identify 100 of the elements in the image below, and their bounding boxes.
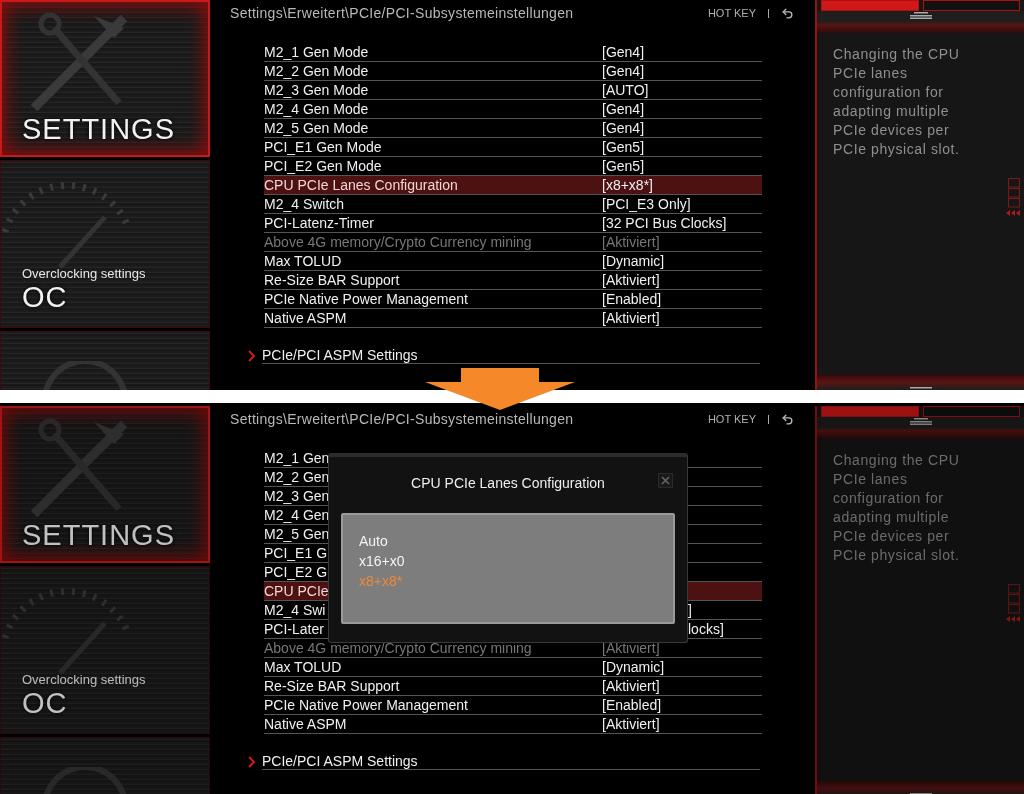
setting-label: PCI_E2 Gen Mode xyxy=(264,158,382,174)
hotkey-label[interactable]: HOT KEY xyxy=(707,413,756,425)
setting-label: PCI_E1 Gen Mode xyxy=(264,139,382,155)
hotkey-label[interactable]: HOT KEY xyxy=(707,7,756,19)
setting-label: PCI_E2 G xyxy=(264,564,328,580)
setting-label: Native ASPM xyxy=(264,310,347,326)
setting-row[interactable]: PCIe Native Power Management [Enabled] xyxy=(264,290,762,309)
chevron-icon xyxy=(248,755,256,768)
setting-row[interactable]: PCI-Latenz-Timer [32 PCI Bus Clocks] xyxy=(264,214,762,233)
setting-value: [Aktiviert] xyxy=(602,678,660,694)
setting-row[interactable]: Native ASPM [Aktiviert] xyxy=(264,309,762,328)
setting-value: [Aktiviert] xyxy=(602,272,660,288)
menu-tile[interactable]: Overclocking settings OC xyxy=(0,566,210,734)
setting-label: M2_4 Switch xyxy=(264,196,345,212)
menu-tile[interactable] xyxy=(0,331,210,390)
setting-label: CPU PCIe Lanes Configuration xyxy=(264,177,458,193)
setting-label: PCI_E1 G xyxy=(264,545,328,561)
tile-subtitle: Overclocking settings xyxy=(22,672,147,687)
setting-row[interactable]: M2_3 Gen Mode [AUTO] xyxy=(264,81,762,100)
setting-label: M2_2 Gen xyxy=(264,469,330,485)
setting-row[interactable]: M2_1 Gen Mode [Gen4] xyxy=(264,43,762,62)
option-item[interactable]: Auto xyxy=(359,533,657,551)
setting-row[interactable]: Max TOLUD [Dynamic] xyxy=(264,252,762,271)
triple-arrow-icon xyxy=(1006,616,1020,622)
squares-icon xyxy=(1008,178,1020,208)
tile-title: OC xyxy=(22,687,69,720)
setting-row[interactable]: Re-Size BAR Support [Aktiviert] xyxy=(264,271,762,290)
dialog-title: CPU PCIe Lanes Configuration xyxy=(411,475,605,491)
setting-row[interactable]: Max TOLUD [Dynamic] xyxy=(264,658,762,677)
setting-label: M2_4 Gen xyxy=(264,507,330,523)
setting-value: [Gen4] xyxy=(602,44,645,60)
setting-value: [Gen4] xyxy=(602,120,645,136)
setting-value: [PCI_E3 Only] xyxy=(602,196,691,212)
setting-row[interactable]: M2_4 Gen Mode [Gen4] xyxy=(264,100,762,119)
setting-value: [Dynamic] xyxy=(602,659,665,675)
down-arrow-icon xyxy=(425,368,575,410)
menu-tile[interactable] xyxy=(0,737,210,794)
setting-value: [Aktiviert] xyxy=(602,716,660,732)
setting-value: [Enabled] xyxy=(602,697,662,713)
option-item[interactable]: x16+x0 xyxy=(359,553,657,571)
gauge-icon xyxy=(40,361,130,390)
setting-label: Max TOLUD xyxy=(264,659,342,675)
setting-label: M2_1 Gen Mode xyxy=(264,44,369,60)
help-text: Changing the CPU PCIe lanes configuration for adapting multiple PCIe devices per PCIe physical slot. xyxy=(832,45,961,159)
setting-value: ] xyxy=(688,602,692,618)
setting-label: M2_3 Gen xyxy=(264,488,330,504)
menu-tile[interactable]: SETTINGS xyxy=(0,0,210,157)
setting-label: PCIe Native Power Management xyxy=(264,697,468,713)
squares-icon xyxy=(1008,584,1020,614)
setting-value: [32 PCI Bus Clocks] xyxy=(602,215,727,231)
menu-tile[interactable]: SETTINGS xyxy=(0,406,210,563)
setting-label: Above 4G memory/Crypto Currency mining xyxy=(264,640,532,656)
menu-tile[interactable]: Overclocking settings OC xyxy=(0,160,210,328)
setting-row[interactable]: Re-Size BAR Support [Aktiviert] xyxy=(264,677,762,696)
setting-row[interactable]: CPU PCIe Lanes Configuration [x8+x8*] xyxy=(264,176,762,195)
grip-icon[interactable] xyxy=(909,11,932,19)
setting-row[interactable]: M2_2 Gen Mode [Gen4] xyxy=(264,62,762,81)
breadcrumb: Settings\Erweitert\PCIe/PCI-Subsystemeinstellungen xyxy=(230,5,575,21)
help-tab[interactable] xyxy=(922,406,1020,417)
setting-value: [Aktiviert] xyxy=(602,310,660,326)
setting-value: [x8+x8*] xyxy=(602,177,653,193)
setting-value: [Dynamic] xyxy=(602,253,665,269)
chevron-icon xyxy=(248,349,256,362)
setting-label: PCI-Later xyxy=(264,621,324,637)
triple-arrow-icon xyxy=(1006,210,1020,216)
setting-row[interactable]: Native ASPM [Aktiviert] xyxy=(264,715,762,734)
setting-label: PCI-Latenz-Timer xyxy=(264,215,374,231)
setting-label: M2_5 Gen Mode xyxy=(264,120,369,136)
setting-value: [Aktiviert] xyxy=(602,640,660,656)
setting-value: [Gen5] xyxy=(602,139,645,155)
close-button[interactable] xyxy=(658,473,673,488)
setting-value: [Aktiviert] xyxy=(602,234,660,250)
help-text: Changing the CPU PCIe lanes configuration for adapting multiple PCIe devices per PCIe physical slot. xyxy=(832,451,961,565)
setting-row[interactable]: PCIe Native Power Management [Enabled] xyxy=(264,696,762,715)
setting-value: [AUTO] xyxy=(602,82,649,98)
submenu-link[interactable]: PCIe/PCI ASPM Settings xyxy=(262,347,760,364)
setting-label: M2_1 Gen xyxy=(264,450,330,466)
setting-label: PCIe Native Power Management xyxy=(264,291,468,307)
setting-label: M2_3 Gen Mode xyxy=(264,82,369,98)
setting-row[interactable]: PCI_E1 Gen Mode [Gen5] xyxy=(264,138,762,157)
back-icon[interactable] xyxy=(781,6,794,20)
tile-title: OC xyxy=(22,281,69,314)
tile-title: SETTINGS xyxy=(22,519,176,552)
setting-label: Above 4G memory/Crypto Currency mining xyxy=(264,234,532,250)
setting-value: [Gen5] xyxy=(602,158,645,174)
setting-value: locks] xyxy=(688,621,724,637)
setting-row[interactable]: M2_4 Switch [PCI_E3 Only] xyxy=(264,195,762,214)
tile-subtitle: Overclocking settings xyxy=(22,266,147,281)
setting-label: M2_2 Gen Mode xyxy=(264,63,369,79)
setting-label: Max TOLUD xyxy=(264,253,342,269)
setting-value: [Enabled] xyxy=(602,291,662,307)
setting-label: M2_4 Gen Mode xyxy=(264,101,369,117)
setting-value: [Gen4] xyxy=(602,101,645,117)
setting-row[interactable]: M2_5 Gen Mode [Gen4] xyxy=(264,119,762,138)
setting-label: Re-Size BAR Support xyxy=(264,678,400,694)
grip-icon[interactable] xyxy=(909,417,932,425)
setting-label: Native ASPM xyxy=(264,716,347,732)
setting-value: [Gen4] xyxy=(602,63,645,79)
back-icon[interactable] xyxy=(781,412,794,426)
submenu-link[interactable]: PCIe/PCI ASPM Settings xyxy=(262,753,760,770)
